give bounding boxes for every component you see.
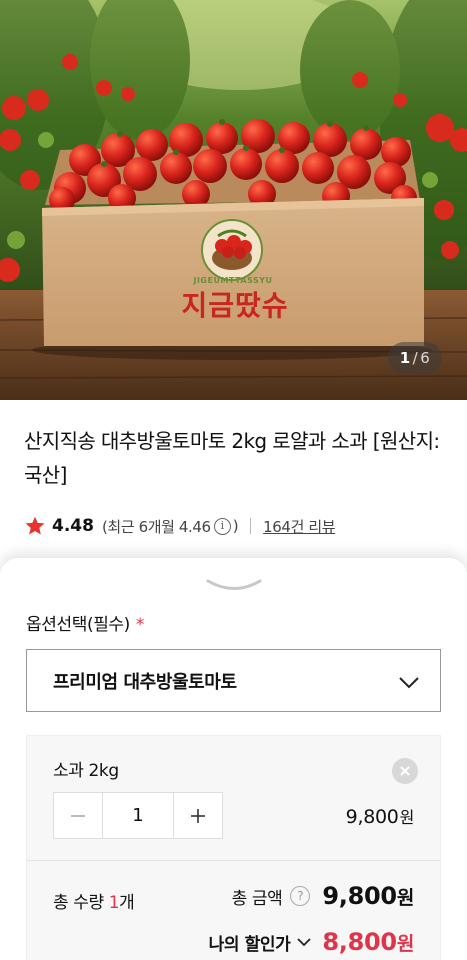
decrease-button[interactable] [54, 793, 102, 838]
star-icon [25, 516, 45, 535]
increase-button[interactable] [174, 793, 222, 838]
info-icon[interactable]: i [213, 517, 231, 535]
total-qty-suffix: 개 [119, 893, 135, 913]
image-counter: 1 / 6 [388, 342, 442, 374]
option-label: 옵션선택(필수) * [26, 610, 144, 635]
my-discount-label: 나의 할인가 [208, 934, 291, 955]
total-amount-currency: 원 [396, 887, 414, 909]
brand-logo [201, 219, 263, 281]
total-qty-value: 1 [108, 893, 120, 913]
quantity-stepper: 1 [53, 792, 223, 839]
divider [250, 518, 252, 534]
rating-row: 4.48 (최근 6개월 4.46 i ) 164건 리뷰 [24, 512, 336, 540]
box-logo-text: 지금땄슈 [181, 289, 289, 322]
my-discount-row[interactable]: 나의 할인가 8,800원 [208, 928, 415, 956]
total-amount: 9,800원 [322, 882, 414, 910]
selected-option: 프리미엄 대추방울토마토 [53, 671, 237, 693]
recent-rating-close: ) [232, 517, 239, 535]
image-counter-current: 1 [399, 349, 411, 367]
product-photo [0, 0, 467, 400]
option-select[interactable]: 프리미엄 대추방울토마토 [26, 649, 441, 712]
item-price: 9,800원 [345, 804, 415, 828]
image-counter-separator: / [412, 349, 419, 367]
item-price-currency: 원 [399, 808, 415, 827]
sheet-handle-icon[interactable] [204, 576, 264, 592]
selected-item-card: 소과 2kg 1 9,800원 [26, 735, 441, 861]
discount-price: 8,800원 [322, 928, 414, 956]
product-image-carousel[interactable]: JIGEUMTTASSYU 지금땄슈 1 / 6 [0, 0, 467, 400]
total-amount-value: 9,800 [322, 882, 397, 910]
summary-divider [27, 860, 440, 861]
order-summary: 총 수량 1개 총 금액 ? 9,800원 나의 할인가 8,800원 [26, 860, 441, 960]
total-amount-row: 총 금액 ? 9,800원 [231, 882, 415, 910]
plus-icon [191, 808, 205, 823]
discount-price-value: 8,800 [322, 928, 397, 956]
rating-score: 4.48 [52, 516, 94, 536]
chevron-down-icon [297, 938, 312, 947]
review-link[interactable]: 164건 리뷰 [263, 516, 335, 537]
required-mark: * [135, 615, 145, 635]
close-icon [400, 766, 410, 776]
help-icon[interactable]: ? [290, 886, 311, 906]
recent-rating-text: (최근 6개월 4.46 [101, 517, 211, 536]
total-amount-label: 총 금액 [231, 888, 283, 909]
product-title: 산지직송 대추방울토마토 2kg 로얄과 소과 [원산지:국산] [24, 429, 440, 487]
item-name: 소과 2kg [53, 761, 119, 781]
recent-rating: (최근 6개월 4.46 i ) [101, 516, 239, 537]
item-price-value: 9,800 [345, 806, 399, 828]
option-label-text: 옵션선택(필수) [26, 615, 130, 635]
option-sheet: 옵션선택(필수) * 프리미엄 대추방울토마토 소과 2kg 1 9,800원 … [0, 558, 467, 960]
chevron-down-icon [399, 677, 419, 689]
minus-icon [71, 814, 85, 817]
image-counter-total: 6 [420, 349, 431, 367]
discount-price-currency: 원 [396, 933, 414, 955]
quantity-value[interactable]: 1 [102, 793, 174, 838]
remove-item-button[interactable] [392, 758, 418, 784]
total-qty-prefix: 총 수량 [53, 893, 109, 913]
total-quantity: 총 수량 1개 [53, 888, 135, 913]
